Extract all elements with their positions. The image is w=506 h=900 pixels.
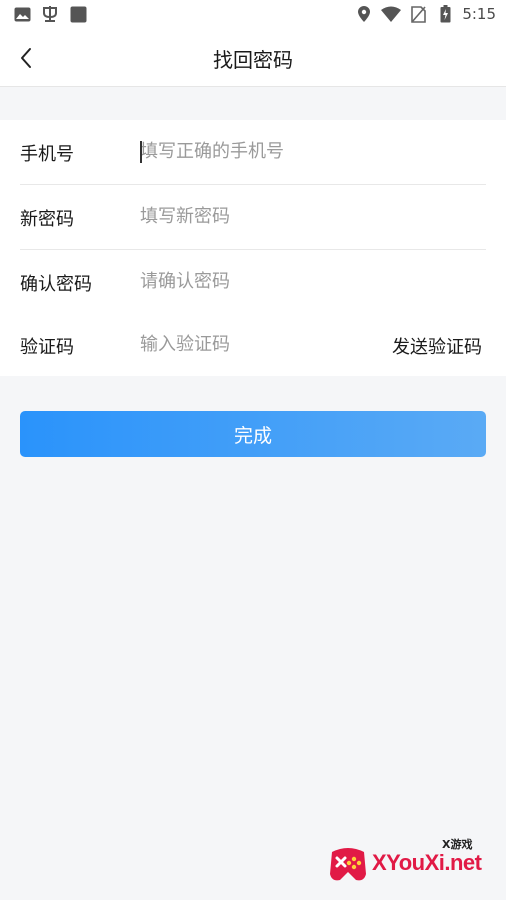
battery-charging-icon — [435, 4, 455, 24]
verify-code-label: 验证码 — [20, 337, 74, 358]
watermark-text: XYouXi.net — [372, 850, 482, 875]
no-sim-icon — [408, 4, 428, 24]
phone-input[interactable] — [140, 134, 370, 168]
form-card: 手机号 新密码 确认密码 验证码 发送验证码 — [0, 120, 506, 376]
new-password-label: 新密码 — [20, 209, 74, 230]
status-bar: 5:15 — [0, 0, 506, 28]
phone-label: 手机号 — [20, 144, 74, 165]
new-password-row: 新密码 — [20, 185, 486, 250]
send-code-button[interactable]: 发送验证码 — [392, 333, 482, 359]
square-app-icon — [68, 4, 88, 24]
status-bar-right: 5:15 — [354, 4, 496, 24]
watermark: X游戏 XYouXi.net — [326, 836, 496, 888]
verify-code-row: 验证码 发送验证码 — [20, 313, 486, 377]
image-icon — [12, 4, 32, 24]
status-time: 5:15 — [462, 5, 496, 23]
text-cursor — [140, 141, 142, 163]
confirm-password-row: 确认密码 — [20, 250, 486, 314]
status-bar-left — [12, 4, 88, 24]
bug-icon — [40, 4, 60, 24]
header: 找回密码 — [0, 28, 506, 87]
confirm-password-input[interactable] — [140, 264, 370, 298]
confirm-password-label: 确认密码 — [20, 274, 92, 295]
wifi-icon — [381, 4, 402, 24]
verify-code-input[interactable] — [140, 327, 340, 361]
location-icon — [354, 4, 374, 24]
submit-button[interactable]: 完成 — [20, 411, 486, 457]
gamepad-logo-icon — [330, 848, 366, 881]
phone-row: 手机号 — [20, 120, 486, 185]
new-password-input[interactable] — [140, 199, 370, 233]
page-title: 找回密码 — [213, 48, 293, 72]
